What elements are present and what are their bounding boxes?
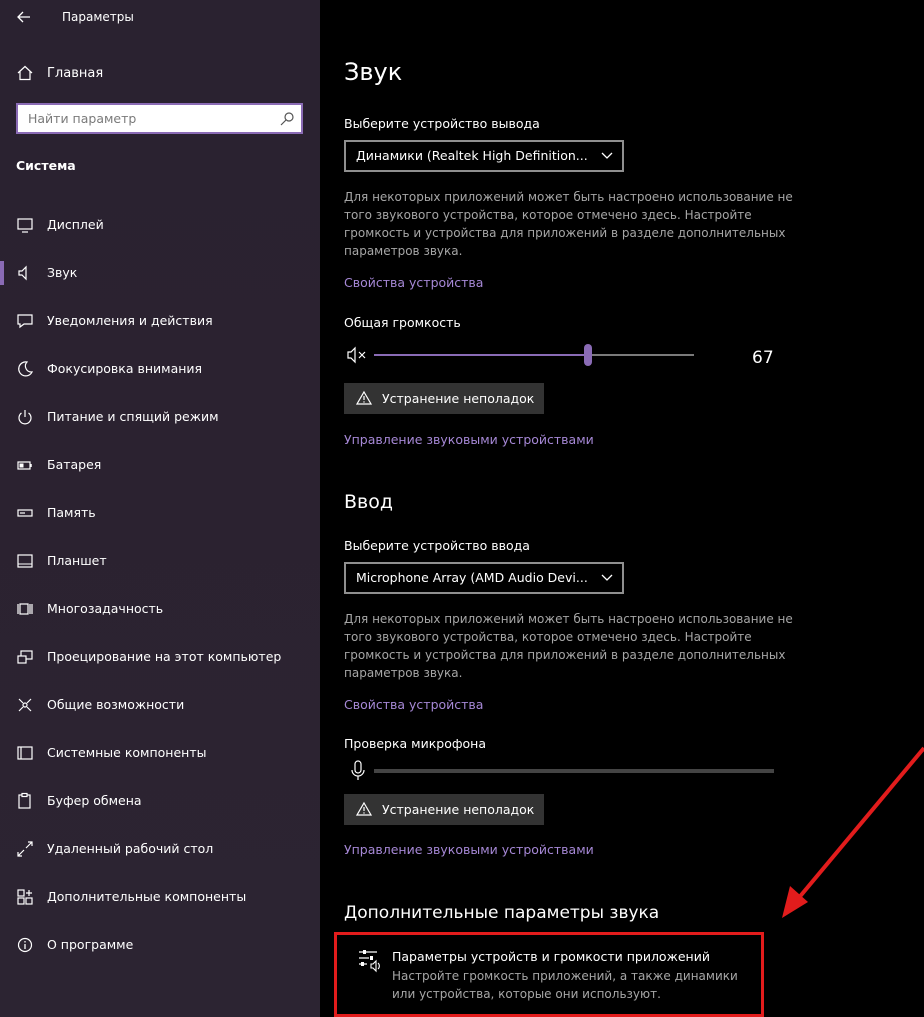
output-properties-link[interactable]: Свойства устройства <box>344 275 483 290</box>
power-icon <box>18 410 32 425</box>
warning-icon <box>356 390 372 405</box>
sidebar-item-about[interactable]: О программе <box>0 927 320 963</box>
sidebar-item-label: Питание и спящий режим <box>47 409 219 424</box>
input-device-dropdown[interactable]: Microphone Array (AMD Audio Devi... <box>344 562 624 594</box>
input-troubleshoot-button[interactable]: Устранение неполадок <box>344 794 544 825</box>
title-bar: Параметры <box>0 0 320 34</box>
notification-icon <box>17 314 33 329</box>
sidebar-item-clipboard[interactable]: Буфер обмена <box>0 783 320 819</box>
sidebar-item-label: Фокусировка внимания <box>47 361 203 376</box>
volume-value: 67 <box>752 348 774 368</box>
sidebar-item-label: Главная <box>47 66 104 81</box>
components-icon <box>17 746 33 760</box>
sidebar-item-multitasking[interactable]: Многозадачность <box>0 591 320 627</box>
sidebar-item-sound[interactable]: Звук <box>0 255 320 291</box>
input-manage-devices-link[interactable]: Управление звуковыми устройствами <box>344 842 594 857</box>
clipboard-icon <box>18 792 31 809</box>
input-device-label: Выберите устройство ввода <box>344 538 530 553</box>
input-device-value: Microphone Array (AMD Audio Devi... <box>356 570 588 585</box>
moon-icon <box>18 361 34 377</box>
mute-icon[interactable] <box>346 346 368 364</box>
output-manage-devices-link[interactable]: Управление звуковыми устройствами <box>344 432 594 447</box>
sidebar-item-remote-desktop[interactable]: Удаленный рабочий стол <box>0 831 320 867</box>
sidebar-item-label: Удаленный рабочий стол <box>47 841 214 856</box>
output-device-value: Динамики (Realtek High Definition... <box>356 148 588 163</box>
sidebar-item-optional-features[interactable]: Дополнительные компоненты <box>0 879 320 915</box>
sidebar-item-components[interactable]: Системные компоненты <box>0 735 320 771</box>
sidebar-item-label: О программе <box>47 937 134 952</box>
active-indicator <box>0 261 4 285</box>
sidebar-item-focus[interactable]: Фокусировка внимания <box>0 351 320 387</box>
sidebar-item-home[interactable]: Главная <box>0 58 320 90</box>
sidebar-item-battery[interactable]: Батарея <box>0 447 320 483</box>
mic-test-label: Проверка микрофона <box>344 736 487 751</box>
input-section-title: Ввод <box>344 491 393 513</box>
battery-icon <box>17 461 32 470</box>
home-icon <box>17 65 33 81</box>
tablet-icon <box>17 554 33 568</box>
output-device-label: Выберите устройство вывода <box>344 116 540 131</box>
back-button[interactable] <box>12 6 36 28</box>
info-icon <box>17 937 33 953</box>
project-icon <box>17 650 33 664</box>
sidebar-item-notifications[interactable]: Уведомления и действия <box>0 303 320 339</box>
sidebar-item-tablet[interactable]: Планшет <box>0 543 320 579</box>
volume-slider-fill <box>374 354 588 356</box>
sidebar-item-label: Дисплей <box>47 217 104 232</box>
sidebar-item-label: Проецирование на этот компьютер <box>47 649 282 664</box>
sidebar-item-shared[interactable]: Общие возможности <box>0 687 320 723</box>
red-arrow-annotation <box>782 746 924 918</box>
button-label: Устранение неполадок <box>382 802 535 817</box>
search-input[interactable] <box>18 105 268 132</box>
sidebar-item-label: Уведомления и действия <box>47 313 213 328</box>
advanced-section-title: Дополнительные параметры звука <box>344 903 660 923</box>
sidebar-item-label: Общие возможности <box>47 697 185 712</box>
card-title: Параметры устройств и громкости приложен… <box>392 949 710 964</box>
sidebar-item-label: Звук <box>47 265 78 280</box>
multitask-icon <box>17 603 33 615</box>
speaker-icon <box>18 265 27 281</box>
app-volume-device-preferences[interactable]: Параметры устройств и громкости приложен… <box>334 932 764 1017</box>
mic-level-meter <box>374 769 774 773</box>
chevron-down-icon <box>601 152 613 159</box>
output-description: Для некоторых приложений может быть наст… <box>344 190 793 258</box>
search-icon[interactable] <box>279 111 295 127</box>
search-box <box>16 103 303 134</box>
sidebar-item-projecting[interactable]: Проецирование на этот компьютер <box>0 639 320 675</box>
sliders-speaker-icon <box>359 950 380 973</box>
output-device-dropdown[interactable]: Динамики (Realtek High Definition... <box>344 140 624 172</box>
sidebar-item-storage[interactable]: Память <box>0 495 320 531</box>
sidebar-item-label: Буфер обмена <box>47 793 142 808</box>
remote-desktop-icon <box>17 841 33 857</box>
display-icon <box>17 218 33 233</box>
back-arrow-icon <box>17 11 30 23</box>
sidebar-item-label: Память <box>47 505 96 520</box>
sidebar-item-label: Батарея <box>47 457 102 472</box>
section-header: Система <box>16 158 76 173</box>
input-properties-link[interactable]: Свойства устройства <box>344 697 483 712</box>
sidebar-item-display[interactable]: Дисплей <box>0 207 320 243</box>
sidebar-item-label: Планшет <box>47 553 107 568</box>
microphone-icon <box>351 760 365 780</box>
button-label: Устранение неполадок <box>382 391 535 406</box>
volume-label: Общая громкость <box>344 315 461 330</box>
warning-icon <box>356 801 372 816</box>
page-title: Звук <box>344 58 403 86</box>
app-title: Параметры <box>62 10 134 24</box>
sidebar-item-label: Дополнительные компоненты <box>47 889 247 904</box>
sidebar-item-label: Системные компоненты <box>47 745 207 760</box>
optional-features-icon <box>17 889 33 905</box>
output-troubleshoot-button[interactable]: Устранение неполадок <box>344 383 544 414</box>
chevron-down-icon <box>601 574 613 581</box>
storage-icon <box>17 509 33 517</box>
shared-icon <box>18 698 32 712</box>
card-description: Настройте громкость приложений, а также … <box>392 969 738 1001</box>
sidebar-item-power[interactable]: Питание и спящий режим <box>0 399 320 435</box>
input-description: Для некоторых приложений может быть наст… <box>344 612 793 680</box>
volume-slider-thumb[interactable] <box>584 344 592 366</box>
sidebar: Параметры Главная Система Дисплей Звук У… <box>0 0 320 1017</box>
sidebar-item-label: Многозадачность <box>47 601 164 616</box>
